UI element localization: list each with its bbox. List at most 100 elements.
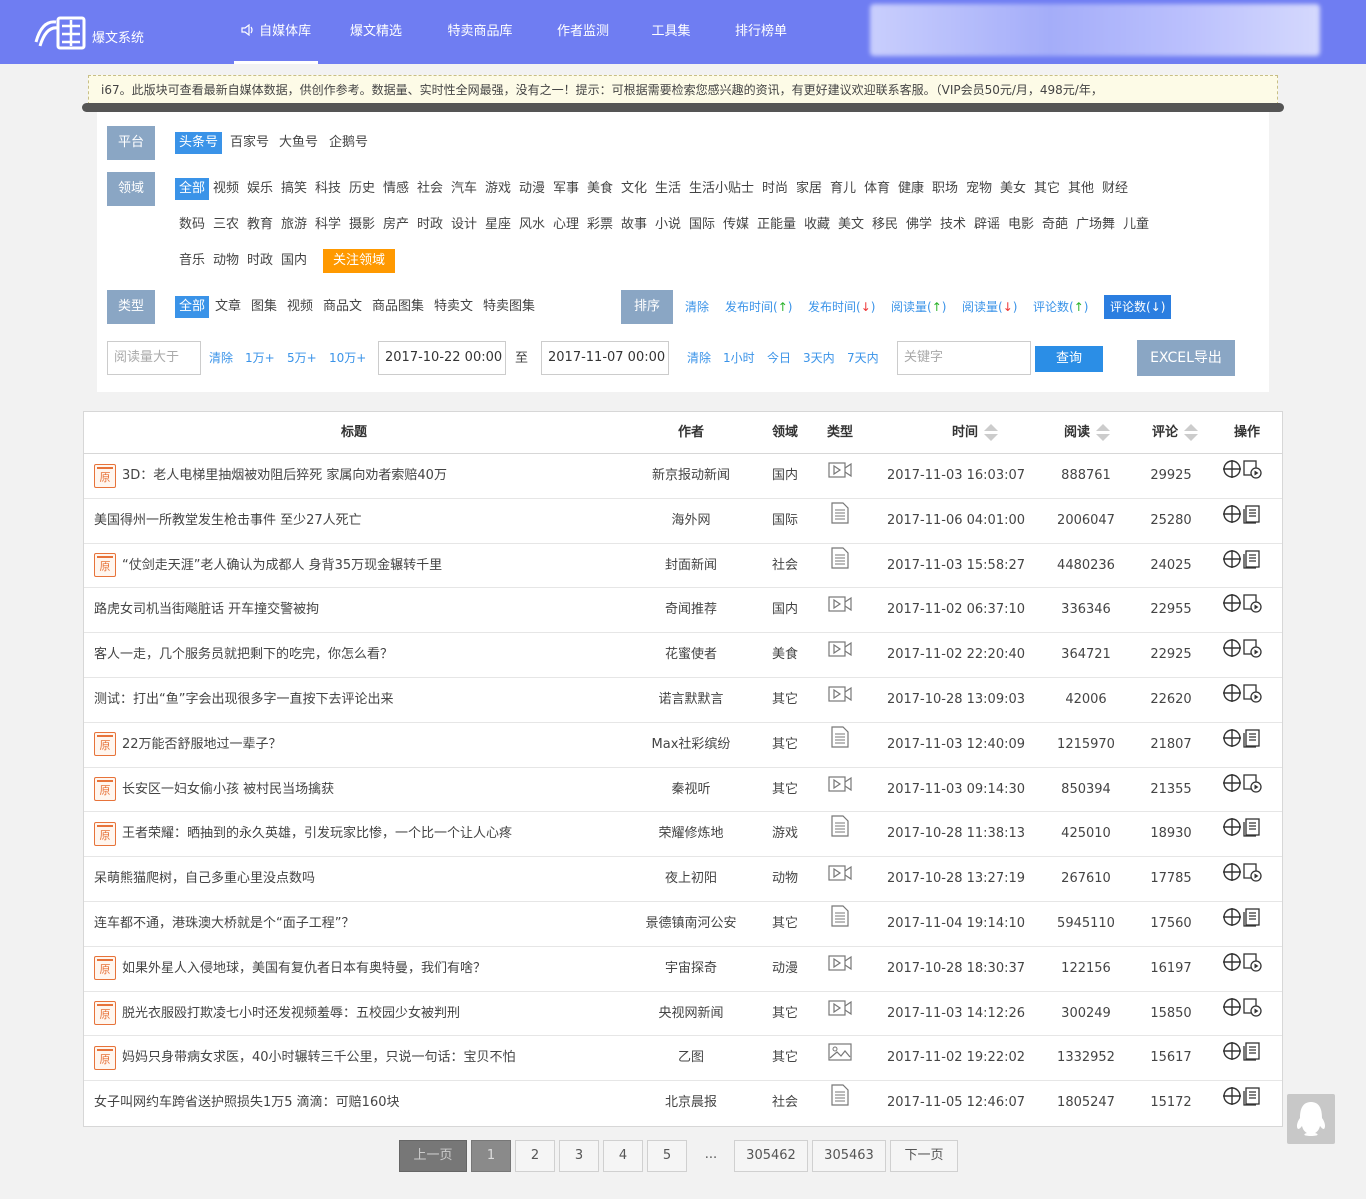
prev-page-button[interactable]: 上一页 <box>399 1140 467 1172</box>
crosshair-icon[interactable] <box>1222 723 1242 767</box>
time-quick-0[interactable]: 清除 <box>687 347 711 369</box>
row-title-text[interactable]: “仗剑走天涯”老人确认为成都人 身背35万现金辗转千里 <box>122 558 442 573</box>
field-item-b-12[interactable]: 彩票 <box>583 214 617 236</box>
row-author[interactable]: 新京报动新闻 <box>630 454 752 498</box>
logo[interactable]: 爆文系统 <box>32 12 144 60</box>
sort-option-1[interactable]: 发布时间(↑) <box>725 296 792 318</box>
follow-field-button[interactable]: 关注领域 <box>323 249 396 273</box>
read-quick-3[interactable]: 10万+ <box>329 347 366 369</box>
field-item-5[interactable]: 历史 <box>345 178 379 200</box>
row-author[interactable]: 景德镇南河公安 <box>630 902 752 946</box>
field-item-b-22[interactable]: 技术 <box>936 214 970 236</box>
field-item-4[interactable]: 科技 <box>311 178 345 200</box>
field-item-b-8[interactable]: 设计 <box>447 214 481 236</box>
field-item-9[interactable]: 游戏 <box>481 178 515 200</box>
page-3[interactable]: 3 <box>559 1140 599 1172</box>
time-quick-4[interactable]: 7天内 <box>847 347 879 369</box>
row-title-text[interactable]: 王者荣耀：晒抽到的永久英雄，引发玩家比惨，一个比一个让人心疼 <box>122 826 512 841</box>
field-item-b-2[interactable]: 教育 <box>243 214 277 236</box>
nav-temai[interactable]: 特卖商品库 <box>442 0 518 64</box>
play-video-icon[interactable] <box>1242 992 1262 1036</box>
type-item-3[interactable]: 视频 <box>283 296 317 318</box>
field-item-13[interactable]: 文化 <box>617 178 651 200</box>
crosshair-icon[interactable] <box>1222 1081 1242 1125</box>
field-item-b-18[interactable]: 收藏 <box>800 214 834 236</box>
field-item-b-23[interactable]: 辟谣 <box>970 214 1004 236</box>
field-item-b-17[interactable]: 正能量 <box>753 214 800 236</box>
copy-doc-icon[interactable] <box>1242 1081 1262 1125</box>
field-item-14[interactable]: 生活 <box>651 178 685 200</box>
copy-doc-icon[interactable] <box>1242 812 1262 856</box>
row-title[interactable]: 女子叫网约车跨省送护照损失1万5 滴滴：可赔160块 <box>94 1081 634 1125</box>
time-quick-3[interactable]: 3天内 <box>803 347 835 369</box>
platform-baijia[interactable]: 百家号 <box>226 132 273 154</box>
crosshair-icon[interactable] <box>1222 1036 1242 1080</box>
type-item-6[interactable]: 特卖文 <box>430 296 477 318</box>
type-item-0[interactable]: 全部 <box>175 296 210 318</box>
row-title[interactable]: 路虎女司机当街飚脏话 开车撞交警被拘 <box>94 588 634 632</box>
field-item-b-21[interactable]: 佛学 <box>902 214 936 236</box>
field-item-0[interactable]: 全部 <box>175 178 210 200</box>
query-button[interactable]: 查询 <box>1035 346 1103 372</box>
crosshair-icon[interactable] <box>1222 633 1242 677</box>
copy-doc-icon[interactable] <box>1242 544 1262 588</box>
row-author[interactable]: 乙图 <box>630 1036 752 1080</box>
row-title[interactable]: 原 3D：老人电梯里抽烟被劝阻后猝死 家属向劝者索赔40万 <box>94 454 634 498</box>
field-item-12[interactable]: 美食 <box>583 178 617 200</box>
crosshair-icon[interactable] <box>1222 678 1242 722</box>
field-item-b-27[interactable]: 儿童 <box>1119 214 1153 236</box>
row-author[interactable]: 秦视听 <box>630 768 752 812</box>
row-author[interactable]: 央视网新闻 <box>630 992 752 1036</box>
play-video-icon[interactable] <box>1242 454 1262 498</box>
field-item-b-7[interactable]: 时政 <box>413 214 447 236</box>
field-item-7[interactable]: 社会 <box>413 178 447 200</box>
row-title-text[interactable]: 长安区一妇女偷小孩 被村民当场擒获 <box>122 782 334 797</box>
crosshair-icon[interactable] <box>1222 499 1242 543</box>
field-item-20[interactable]: 健康 <box>894 178 928 200</box>
row-author[interactable]: 夜上初阳 <box>630 857 752 901</box>
field-item-b-6[interactable]: 房产 <box>379 214 413 236</box>
crosshair-icon[interactable] <box>1222 857 1242 901</box>
field-item-26[interactable]: 财经 <box>1098 178 1132 200</box>
crosshair-icon[interactable] <box>1222 902 1242 946</box>
copy-doc-icon[interactable] <box>1242 499 1262 543</box>
notice-scrollbar[interactable] <box>82 103 1284 112</box>
col-comments[interactable]: 评论 <box>1134 412 1214 454</box>
sort-arrows-icon[interactable] <box>1096 423 1110 442</box>
sort-arrows-icon[interactable] <box>984 423 998 442</box>
keyword-input[interactable]: 关键字 <box>897 341 1031 375</box>
row-title[interactable]: 原妈妈只身带病女求医，40小时辗转三千公里，只说一句话：宝贝不怕 <box>94 1036 634 1080</box>
field-item-10[interactable]: 动漫 <box>515 178 549 200</box>
row-author[interactable]: 北京晨报 <box>630 1081 752 1125</box>
type-item-2[interactable]: 图集 <box>247 296 281 318</box>
page-5[interactable]: 5 <box>647 1140 687 1172</box>
field-item-18[interactable]: 育儿 <box>826 178 860 200</box>
field-item-b-13[interactable]: 故事 <box>617 214 651 236</box>
row-title[interactable]: 原 “仗剑走天涯”老人确认为成都人 身背35万现金辗转千里 <box>94 544 634 588</box>
sort-option-5[interactable]: 评论数(↑) <box>1033 296 1088 318</box>
field-item-8[interactable]: 汽车 <box>447 178 481 200</box>
row-title-text[interactable]: 路虎女司机当街飚脏话 开车撞交警被拘 <box>94 602 319 617</box>
type-item-1[interactable]: 文章 <box>211 296 245 318</box>
field-item-11[interactable]: 军事 <box>549 178 583 200</box>
row-title-text[interactable]: 呆萌熊猫爬树，自己多重心里没点数吗 <box>94 871 315 886</box>
page-2[interactable]: 2 <box>515 1140 555 1172</box>
field-item-1[interactable]: 视频 <box>209 178 243 200</box>
nav-baowen[interactable]: 爆文精选 <box>346 0 406 64</box>
field-item-b-24[interactable]: 电影 <box>1004 214 1038 236</box>
crosshair-icon[interactable] <box>1222 992 1242 1036</box>
field-item-b-20[interactable]: 移民 <box>868 214 902 236</box>
field-item-3[interactable]: 搞笑 <box>277 178 311 200</box>
time-quick-1[interactable]: 1小时 <box>723 347 755 369</box>
field-item-6[interactable]: 情感 <box>379 178 413 200</box>
read-min-input[interactable]: 阅读量大于 <box>107 341 201 375</box>
row-title-text[interactable]: 美国得州一所教堂发生枪击事件 至少27人死亡 <box>94 513 362 528</box>
row-title[interactable]: 原 22万能否舒服地过一辈子？ <box>94 723 634 767</box>
row-title[interactable]: 原如果外星人入侵地球，美国有复仇者日本有奥特曼，我们有啥？ <box>94 947 634 991</box>
field-item-b-15[interactable]: 国际 <box>685 214 719 236</box>
field-item-b-4[interactable]: 科学 <box>311 214 345 236</box>
play-video-icon[interactable] <box>1242 588 1262 632</box>
time-quick-2[interactable]: 今日 <box>767 347 791 369</box>
row-author[interactable]: 荣耀修炼地 <box>630 812 752 856</box>
row-title-text[interactable]: 脱光衣服殴打欺凌七小时还发视频羞辱：五校园少女被判刑 <box>122 1006 460 1021</box>
